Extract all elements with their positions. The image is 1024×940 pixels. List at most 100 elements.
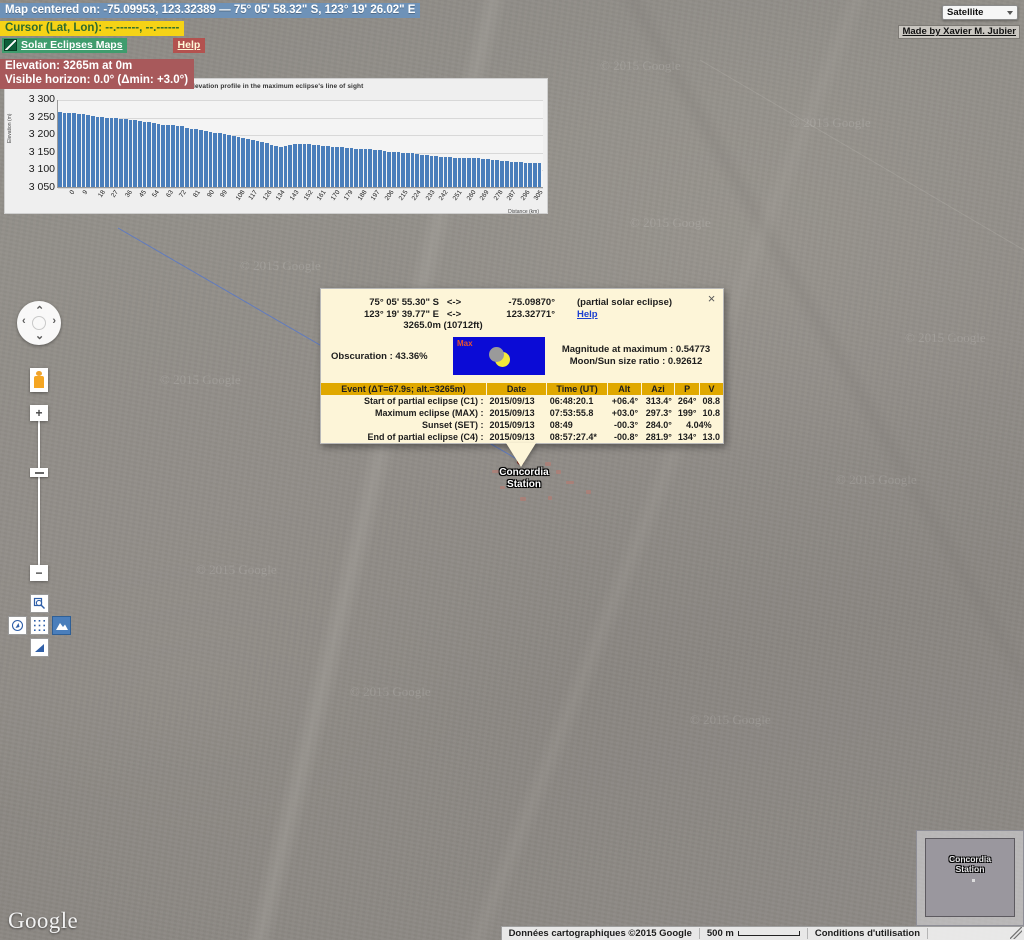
eclipse-type: (partial solar eclipse): [577, 297, 673, 308]
map-info-panel: Map centered on: -75.09953, 123.32389 — …: [0, 0, 421, 89]
zoom-slider-handle[interactable]: [30, 468, 48, 477]
map-center-readout: Map centered on: -75.09953, 123.32389 — …: [0, 3, 421, 18]
eclipse-info-popup[interactable]: × 75° 05' 55.30" S <-> -75.09870° (parti…: [320, 288, 724, 467]
pan-left-icon[interactable]: ‹: [22, 315, 26, 327]
popup-altitude: 3265.0m (10712ft): [403, 320, 483, 331]
cell-date: 2015/09/13: [489, 396, 535, 406]
station-structure: [566, 481, 574, 484]
col-p: P: [674, 383, 700, 395]
minimap-overview[interactable]: Concordia Station: [916, 830, 1024, 926]
chart-x-axis-ticks: 0 9 18 27 36 45 54 63 72 81 90 99 108 117 126 134 143 152…: [57, 189, 545, 211]
chart-plot-area: [57, 100, 543, 189]
chart-x-tick: 117: [247, 189, 260, 202]
cell-p: 199°: [677, 408, 697, 418]
cell-time: 08:49: [549, 420, 573, 430]
terrain-tool-button[interactable]: [52, 616, 71, 635]
cell-date: 2015/09/13: [489, 432, 535, 442]
made-by-link[interactable]: Made by Xavier M. Jubier: [898, 25, 1020, 39]
chart-x-tick: 179: [342, 189, 355, 202]
map-watermark: © 2015 Google: [690, 712, 771, 727]
solar-eclipses-maps-link[interactable]: Solar Eclipses Maps: [2, 38, 127, 53]
scale-label: 500 m: [706, 928, 734, 939]
chart-x-tick: 287: [505, 189, 518, 202]
help-button-top[interactable]: Help: [172, 38, 206, 53]
cursor-coordinates-readout: Cursor (Lat, Lon): --.------, --.------: [0, 21, 185, 36]
scale-rule-icon: [737, 931, 800, 936]
cell-azi: 281.9°: [645, 432, 672, 442]
resize-grip-icon[interactable]: [1010, 927, 1022, 939]
cell-event: Maximum eclipse (MAX) :: [375, 408, 484, 418]
zoom-slider-track[interactable]: [38, 421, 40, 565]
elevation-profile-chart[interactable]: Elevation profile in the maximum eclipse…: [4, 78, 549, 215]
chart-x-tick: 0: [68, 189, 77, 196]
elevation-readout: Elevation: 3265m at 0m Visible horizon: …: [0, 59, 195, 89]
slider-grip-icon: [34, 471, 44, 474]
terms-of-use-link[interactable]: Conditions d'utilisation: [808, 928, 928, 939]
minimap-viewport-rect: Concordia Station: [925, 838, 1015, 917]
street-view-pegman[interactable]: [30, 368, 48, 392]
crosshair-grid-icon: [34, 620, 45, 631]
chart-bar: [537, 163, 543, 187]
chart-x-tick: 143: [288, 189, 301, 202]
map-data-attribution: Données cartographiques ©2015 Google: [502, 928, 700, 939]
google-logo: Google: [8, 908, 79, 933]
cell-time: 07:53:55.8: [549, 408, 594, 418]
mountain-icon: [55, 623, 68, 630]
compass-icon: [11, 619, 24, 632]
minimap-marker-dot: [972, 879, 975, 882]
cell-azi: 284.0°: [645, 420, 672, 430]
chart-y-tick: 3 300: [28, 93, 55, 105]
attribution-bar: Données cartographiques ©2015 Google 500…: [500, 926, 1024, 940]
zoom-in-button[interactable]: +: [30, 405, 48, 421]
chart-x-tick: 251: [451, 189, 464, 202]
help-link-popup[interactable]: Help: [577, 309, 598, 320]
popup-header: 75° 05' 55.30" S <-> -75.09870° (partial…: [321, 289, 723, 333]
chart-x-tick: 18: [96, 189, 107, 199]
solar-eclipses-maps-label: Solar Eclipses Maps: [21, 39, 123, 51]
col-time: Time (UT): [546, 383, 608, 395]
chart-body: Elevation (m) 3 300 3 250 3 200 3 150 3 100 3…: [5, 91, 549, 215]
chart-y-tick: 3 050: [28, 181, 55, 193]
map-watermark: © 2015 Google: [905, 330, 986, 345]
station-structure: [545, 462, 551, 466]
zoom-area-tool-button[interactable]: [30, 594, 49, 613]
visible-horizon-line: Visible horizon: 0.0° (Δmin: +3.0°): [5, 73, 189, 86]
map-type-selector[interactable]: Satellite: [942, 5, 1018, 20]
pan-down-icon[interactable]: ⌄: [35, 329, 44, 342]
latitude-decimal: -75.09870°: [508, 297, 555, 308]
minimap-label-line2: Station: [955, 863, 985, 874]
station-structure: [520, 497, 526, 501]
zoom-out-button[interactable]: −: [30, 565, 48, 581]
chart-x-axis-label: Distance (km): [508, 209, 539, 215]
chart-y-axis-ticks: 3 300 3 250 3 200 3 150 3 100 3 050: [9, 91, 55, 193]
chart-x-tick: 170: [329, 189, 342, 202]
pan-right-icon[interactable]: ›: [52, 315, 56, 327]
scale-bar: 500 m: [700, 928, 808, 939]
mountain-icon: [4, 39, 17, 51]
info-tool-button[interactable]: [8, 616, 27, 635]
chart-x-tick: 224: [410, 189, 423, 202]
magnifier-icon: [33, 597, 45, 609]
grid-tool-button[interactable]: [30, 616, 49, 635]
chart-y-tick: 3 150: [28, 145, 55, 158]
chart-x-tick: 27: [110, 189, 121, 199]
map-watermark: © 2015 Google: [790, 115, 871, 130]
chart-x-tick: 152: [302, 189, 315, 202]
pan-center-icon[interactable]: [32, 316, 46, 330]
profile-slope-icon: [35, 644, 44, 652]
chart-x-tick: 36: [124, 189, 134, 199]
elevation-profile-tool-button[interactable]: [30, 638, 49, 657]
chart-x-tick: 188: [356, 189, 369, 202]
table-row: Sunset (SET) : 2015/09/13 08:49 -00.3° 284.0…: [321, 419, 723, 431]
cell-p: 264°: [677, 396, 697, 406]
close-icon[interactable]: ×: [705, 292, 718, 306]
chart-x-tick: 278: [492, 189, 505, 202]
table-body: Start of partial eclipse (C1) : 2015/09/1…: [321, 395, 723, 443]
chart-x-tick: 206: [383, 189, 396, 202]
cell-alt: +06.4°: [611, 396, 639, 406]
cell-alt: +03.0°: [611, 408, 639, 418]
pan-control[interactable]: ⌃ ⌄ ‹ ›: [17, 301, 61, 345]
chart-y-tick: 3 100: [28, 163, 55, 176]
marker-label-line1: Concordia: [499, 467, 549, 478]
cell-v: 08.8: [702, 396, 720, 406]
